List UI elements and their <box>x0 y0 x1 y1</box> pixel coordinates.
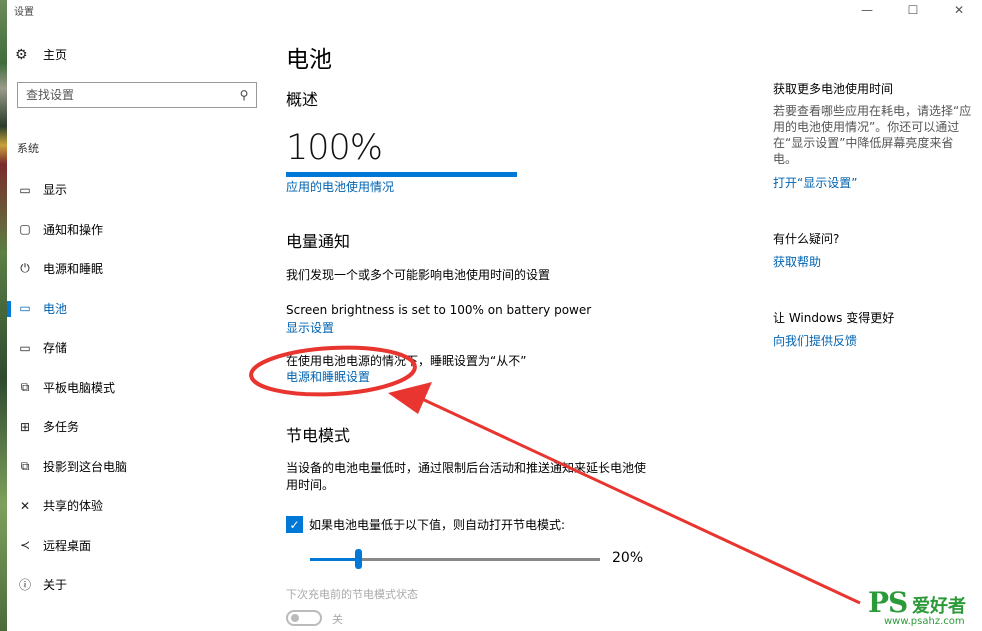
sidebar-home[interactable]: ⚙ 主页 <box>15 46 67 63</box>
slider-thumb[interactable] <box>355 549 363 569</box>
sidebar-item-shared-experiences[interactable]: ✕ 共享的体验 <box>7 486 265 526</box>
sidebar-item-display[interactable]: ▭ 显示 <box>7 170 265 210</box>
saver-description: 当设备的电池电量低时，通过限制后台活动和推送通知来延长电池使用时间。 <box>286 461 647 492</box>
notification-icon: ▢ <box>19 222 31 237</box>
storage-icon: ▭ <box>19 340 31 355</box>
get-help-link[interactable]: 获取帮助 <box>773 253 821 270</box>
feedback-link[interactable]: 向我们提供反馈 <box>773 332 857 349</box>
monitor-icon: ▭ <box>19 182 31 197</box>
watermark-url: www.psahz.com <box>884 616 965 627</box>
watermark-cn: 爱好者 <box>912 596 966 617</box>
saver-threshold-slider[interactable] <box>310 549 600 569</box>
power-icon: ⏻ <box>20 261 30 276</box>
search-icon[interactable]: ⚲ <box>232 88 256 102</box>
background-image-strip <box>0 0 7 631</box>
maximize-button[interactable]: ☐ <box>890 0 936 20</box>
saver-auto-checkbox[interactable]: ✓ <box>286 516 303 533</box>
minimize-button[interactable]: — <box>844 0 890 20</box>
search-box[interactable]: ⚲ <box>17 82 257 108</box>
saver-threshold-value: 20% <box>612 550 644 566</box>
sidebar-item-label: 共享的体验 <box>43 499 104 514</box>
share-icon: ✕ <box>19 498 31 513</box>
question-heading: 有什么疑问? <box>773 232 840 246</box>
title-bar: 设置 — ☐ ✕ <box>7 0 982 30</box>
sidebar-item-about[interactable]: ⓘ 关于 <box>7 565 265 605</box>
sidebar-item-multitasking[interactable]: ⊞ 多任务 <box>7 407 265 447</box>
improve-heading: 让 Windows 变得更好 <box>773 311 895 325</box>
sidebar-item-remote-desktop[interactable]: ≺ 远程桌面 <box>7 526 265 566</box>
sidebar-nav: ▭ 显示 ▢ 通知和操作 ⏻ 电源和睡眠 ▭ 电池 ▭ 存储 ⧉ 平板电脑模式 ⊞ 多任务 ⧉… <box>7 170 265 605</box>
sidebar-item-label: 投影到这台电脑 <box>43 459 128 474</box>
tablet-icon: ⧉ <box>20 379 30 394</box>
sidebar-item-battery[interactable]: ▭ 电池 <box>7 289 265 329</box>
watermark-ps: PS <box>868 586 908 619</box>
saver-auto-row: ✓ 如果电池电量低于以下值，则自动打开节电模式: <box>286 516 565 533</box>
slider-fill <box>310 558 359 561</box>
sidebar-item-label: 显示 <box>43 183 68 198</box>
gear-icon: ⚙ <box>15 46 28 63</box>
window-title: 设置 <box>14 7 34 18</box>
sidebar-item-label: 多任务 <box>43 420 80 435</box>
saver-heading: 节电模式 <box>286 426 351 445</box>
battery-level-fill <box>286 172 517 177</box>
window-controls: — ☐ ✕ <box>844 0 982 22</box>
remote-icon: ≺ <box>19 538 31 553</box>
open-display-settings-link[interactable]: 打开“显示设置” <box>773 174 857 191</box>
info-icon: ⓘ <box>18 578 31 593</box>
annotation-arrow-head <box>388 382 432 414</box>
more-battery-heading: 获取更多电池使用时间 <box>773 82 894 96</box>
sidebar-item-power-sleep[interactable]: ⏻ 电源和睡眠 <box>7 249 265 289</box>
sidebar-item-label: 电池 <box>43 301 68 316</box>
section-label-system: 系统 <box>17 142 39 155</box>
sidebar-item-projecting[interactable]: ⧉ 投影到这台电脑 <box>7 447 265 487</box>
close-button[interactable]: ✕ <box>936 0 982 20</box>
saver-checkbox-label: 如果电池电量低于以下值，则自动打开节电模式: <box>309 518 566 532</box>
multitask-icon: ⊞ <box>19 419 31 434</box>
sidebar-item-label: 关于 <box>43 578 68 593</box>
power-sleep-settings-link[interactable]: 电源和睡眠设置 <box>286 368 370 385</box>
search-input[interactable] <box>26 88 232 102</box>
sleep-warning: 在使用电池电源的情况下，睡眠设置为“从不” <box>286 354 527 368</box>
notify-heading: 电量通知 <box>286 232 351 251</box>
sidebar-item-label: 电源和睡眠 <box>43 262 104 277</box>
notify-description: 我们发现一个或多个可能影响电池使用时间的设置 <box>286 268 551 282</box>
more-battery-description: 若要查看哪些应用在耗电，请选择“应用的电池使用情况”。你还可以通过在“显示设置”… <box>773 104 972 166</box>
sidebar-item-label: 通知和操作 <box>43 222 104 237</box>
brightness-warning: Screen brightness is set to 100% on batt… <box>286 303 592 317</box>
sidebar-item-tablet-mode[interactable]: ⧉ 平板电脑模式 <box>7 368 265 408</box>
page-title: 电池 <box>286 47 332 73</box>
checkmark-icon: ✓ <box>289 517 300 532</box>
sidebar-item-notifications[interactable]: ▢ 通知和操作 <box>7 210 265 250</box>
battery-percent: 100% <box>286 128 383 168</box>
saver-toggle-label: 关 <box>332 613 343 626</box>
sidebar-item-storage[interactable]: ▭ 存储 <box>7 328 265 368</box>
saver-toggle[interactable] <box>286 610 322 626</box>
battery-usage-link[interactable]: 应用的电池使用情况 <box>286 178 394 195</box>
battery-icon: ▭ <box>19 301 31 316</box>
sidebar-item-label: 远程桌面 <box>43 538 92 553</box>
annotation-arrow-line <box>419 396 861 605</box>
sidebar: ⚙ 主页 ⚲ 系统 ▭ 显示 ▢ 通知和操作 ⏻ 电源和睡眠 ▭ 电池 ▭ 存储 ⧉ 平板电… <box>7 30 265 631</box>
sidebar-item-label: 存储 <box>43 341 68 356</box>
toggle-knob <box>291 614 299 622</box>
display-settings-link[interactable]: 显示设置 <box>286 319 334 336</box>
saver-status-label: 下次充电前的节电模式状态 <box>286 588 418 601</box>
sidebar-item-label: 平板电脑模式 <box>43 380 116 395</box>
overview-heading: 概述 <box>286 90 319 109</box>
battery-level-bar <box>286 172 517 177</box>
watermark-logo: PS 爱好者 www.psahz.com <box>868 586 978 631</box>
home-label: 主页 <box>43 48 68 62</box>
project-icon: ⧉ <box>20 458 30 473</box>
